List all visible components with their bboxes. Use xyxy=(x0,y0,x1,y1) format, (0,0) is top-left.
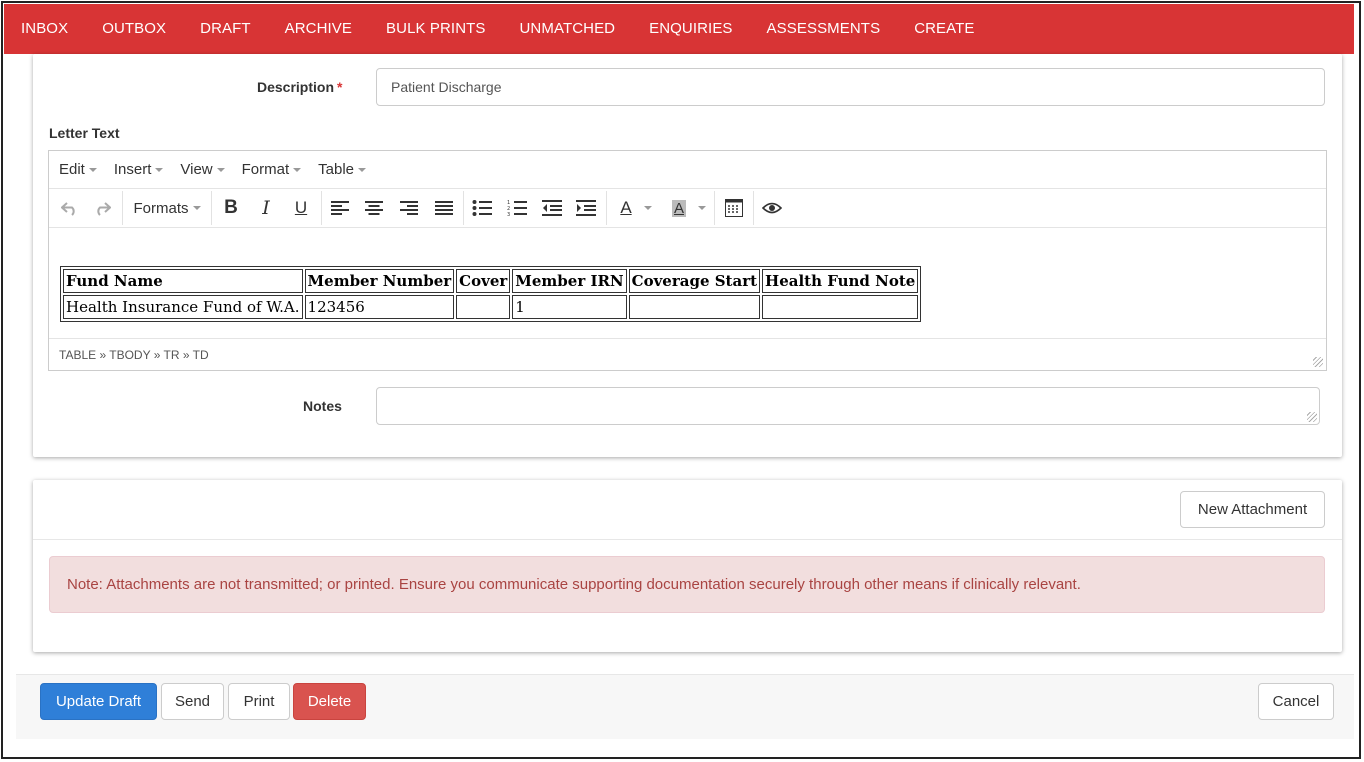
nav-bulk-prints[interactable]: BULK PRINTS xyxy=(369,4,502,54)
table-cell[interactable] xyxy=(456,295,511,319)
redo-icon[interactable] xyxy=(89,189,115,227)
svg-text:3: 3 xyxy=(507,212,510,217)
delete-button[interactable]: Delete xyxy=(293,683,366,720)
menu-edit[interactable]: Edit xyxy=(59,161,97,178)
indent-icon[interactable] xyxy=(575,189,597,227)
nav-assessments[interactable]: ASSESSMENTS xyxy=(750,4,898,54)
background-color-icon[interactable]: A xyxy=(665,189,713,227)
italic-icon[interactable]: I xyxy=(254,189,278,227)
numbered-list-icon[interactable]: 123 xyxy=(506,189,528,227)
table-header[interactable]: Member IRN xyxy=(512,269,627,293)
table-row: Health Insurance Fund of W.A. 123456 1 xyxy=(63,295,919,319)
align-left-icon[interactable] xyxy=(329,189,351,227)
nav-unmatched[interactable]: UNMATCHED xyxy=(503,4,633,54)
letter-text-label: Letter Text xyxy=(49,125,120,141)
menu-view[interactable]: View xyxy=(180,161,225,178)
preview-icon[interactable] xyxy=(760,189,784,227)
table-header[interactable]: Fund Name xyxy=(63,269,303,293)
underline-icon[interactable]: U xyxy=(289,189,313,227)
formats-dropdown[interactable]: Formats xyxy=(131,189,203,227)
table-header-row: Fund Name Member Number Cover Member IRN… xyxy=(63,269,919,293)
table-cell[interactable]: Health Insurance Fund of W.A. xyxy=(63,295,303,319)
menu-insert[interactable]: Insert xyxy=(114,161,164,178)
bold-icon[interactable]: B xyxy=(219,189,243,227)
table-header[interactable]: Coverage Start xyxy=(628,269,761,293)
editor-content-area[interactable]: Fund Name Member Number Cover Member IRN… xyxy=(49,228,1326,338)
bullet-list-icon[interactable] xyxy=(471,189,493,227)
nav-draft[interactable]: DRAFT xyxy=(183,4,268,54)
align-center-icon[interactable] xyxy=(363,189,385,227)
editor-menubar: Edit Insert View Format Table xyxy=(49,151,1326,189)
description-value: Patient Discharge xyxy=(391,79,502,95)
table-cell[interactable] xyxy=(628,295,761,319)
align-right-icon[interactable] xyxy=(398,189,420,227)
resize-handle-icon[interactable] xyxy=(1313,357,1323,367)
table-header[interactable]: Health Fund Note xyxy=(762,269,919,293)
nav-enquiries[interactable]: ENQUIRIES xyxy=(632,4,749,54)
attachments-divider xyxy=(33,539,1342,540)
nav-inbox[interactable]: INBOX xyxy=(4,4,85,54)
notes-label: Notes xyxy=(303,398,342,414)
editor-toolbar: Formats B I U 123 A A xyxy=(49,189,1326,228)
attachment-warning-alert: Note: Attachments are not transmitted; o… xyxy=(49,556,1325,613)
align-justify-icon[interactable] xyxy=(433,189,455,227)
fund-table: Fund Name Member Number Cover Member IRN… xyxy=(60,266,922,322)
table-grid-icon[interactable] xyxy=(722,189,746,227)
description-label: Description * xyxy=(257,79,343,95)
send-button[interactable]: Send xyxy=(161,683,224,720)
textarea-resize-icon[interactable] xyxy=(1307,412,1317,422)
table-cell[interactable]: 1 xyxy=(512,295,627,319)
undo-icon[interactable] xyxy=(57,189,83,227)
notes-textarea[interactable] xyxy=(376,387,1320,425)
letter-text-editor: Edit Insert View Format Table Formats B … xyxy=(48,150,1327,371)
table-cell[interactable]: 123456 xyxy=(304,295,455,319)
editor-status-path: TABLE » TBODY » TR » TD xyxy=(49,338,1326,371)
text-color-icon[interactable]: A xyxy=(612,189,660,227)
nav-create[interactable]: CREATE xyxy=(897,4,991,54)
required-marker: * xyxy=(337,79,343,95)
table-cell[interactable] xyxy=(762,295,919,319)
description-input[interactable]: Patient Discharge xyxy=(376,68,1325,106)
outdent-icon[interactable] xyxy=(541,189,563,227)
print-button[interactable]: Print xyxy=(228,683,290,720)
table-header[interactable]: Member Number xyxy=(304,269,455,293)
nav-outbox[interactable]: OUTBOX xyxy=(85,4,183,54)
attachment-warning-text: Note: Attachments are not transmitted; o… xyxy=(67,576,1081,593)
table-header[interactable]: Cover xyxy=(456,269,511,293)
update-draft-button[interactable]: Update Draft xyxy=(40,683,157,720)
menu-format[interactable]: Format xyxy=(242,161,302,178)
cancel-button[interactable]: Cancel xyxy=(1258,683,1334,720)
top-nav: INBOX OUTBOX DRAFT ARCHIVE BULK PRINTS U… xyxy=(4,4,1354,54)
menu-table[interactable]: Table xyxy=(318,161,366,178)
new-attachment-button[interactable]: New Attachment xyxy=(1180,491,1325,528)
nav-archive[interactable]: ARCHIVE xyxy=(268,4,369,54)
